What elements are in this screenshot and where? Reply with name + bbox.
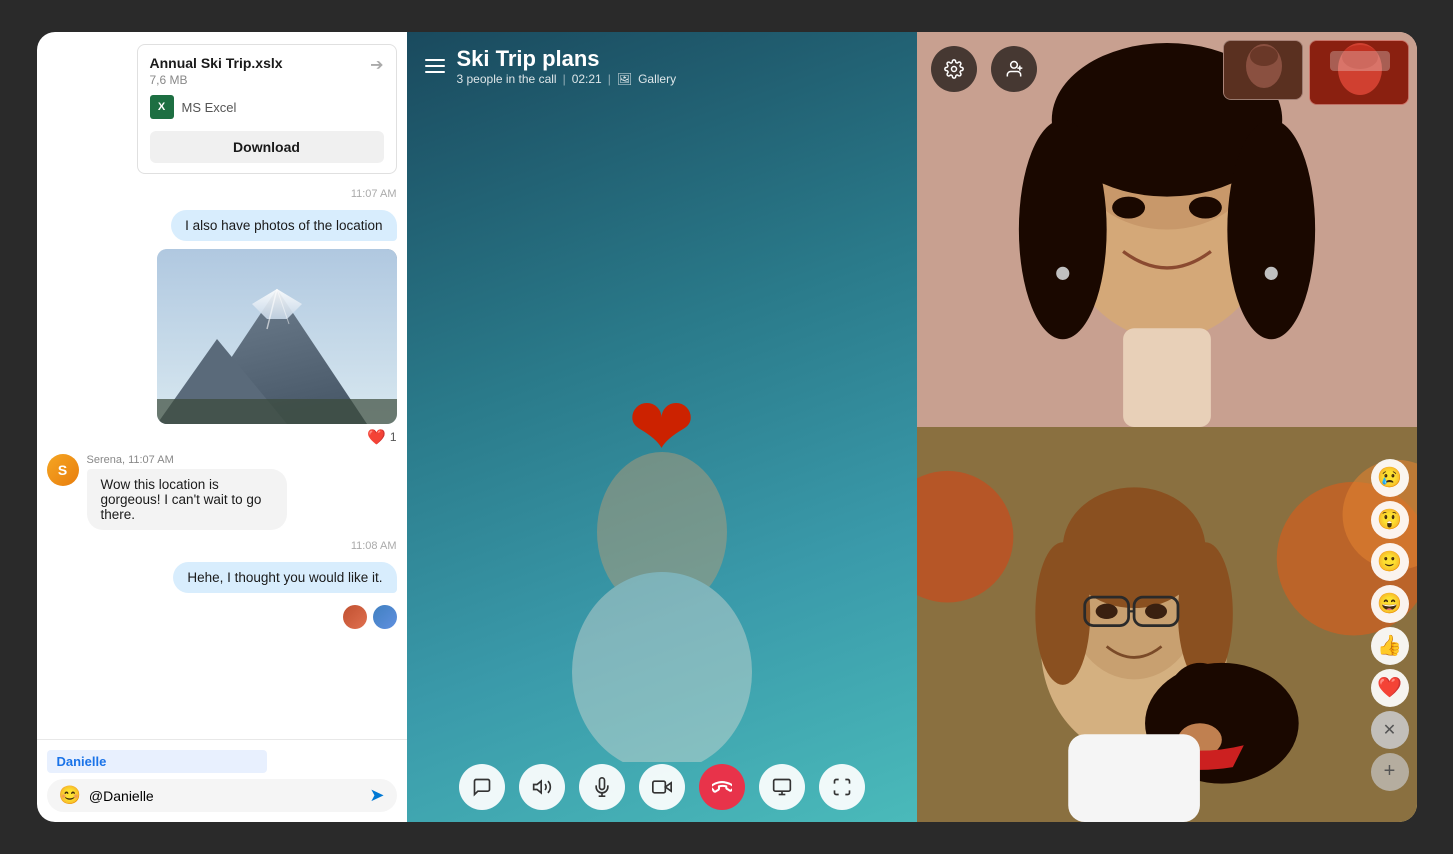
file-size: 7,6 MB xyxy=(150,73,283,87)
file-name: Annual Ski Trip.xslx xyxy=(150,55,283,71)
emoji-sad-button[interactable]: 😢 xyxy=(1371,459,1409,497)
file-card: Annual Ski Trip.xslx 7,6 MB ➔ X MS Excel… xyxy=(137,44,397,174)
call-controls xyxy=(407,752,917,822)
avatar-2 xyxy=(373,605,397,629)
emoji-smile-button[interactable]: 🙂 xyxy=(1371,543,1409,581)
sent-bubble-2: Hehe, I thought you would like it. xyxy=(173,562,396,593)
gallery-icon: 🖼 xyxy=(617,72,632,86)
screen-share-button[interactable] xyxy=(759,764,805,810)
message-input[interactable] xyxy=(89,788,361,804)
video-top-panel xyxy=(917,32,1417,427)
reaction-row[interactable]: ❤️ 1 xyxy=(367,428,396,446)
input-row: 😊 ➤ xyxy=(47,779,397,812)
volume-button[interactable] xyxy=(519,764,565,810)
emoji-button[interactable]: 😊 xyxy=(59,785,81,806)
main-video-person xyxy=(407,32,917,762)
serena-avatar: S xyxy=(47,454,79,486)
thumbnail-overlay-row xyxy=(1223,40,1409,105)
emoji-heart-button[interactable]: ❤️ xyxy=(1371,669,1409,707)
forward-icon[interactable]: ➔ xyxy=(370,55,383,75)
mountain-image[interactable] xyxy=(157,249,397,424)
hangup-button[interactable] xyxy=(699,764,745,810)
video-bottom-panel: 😢 😲 🙂 😄 👍 ❤️ ✕ + xyxy=(917,427,1417,822)
received-bubble-1: Wow this location is gorgeous! I can't w… xyxy=(87,469,287,530)
call-subtitle: 3 people in the call | 02:21 | 🖼 Gallery xyxy=(457,72,677,86)
call-top-buttons xyxy=(931,46,1037,92)
chat-sidebar: Annual Ski Trip.xslx 7,6 MB ➔ X MS Excel… xyxy=(37,32,407,822)
mute-button[interactable] xyxy=(579,764,625,810)
excel-icon: X xyxy=(150,95,174,119)
reaction-count: 1 xyxy=(390,430,397,444)
video-panels: 😢 😲 🙂 😄 👍 ❤️ ✕ + xyxy=(917,32,1417,822)
emoji-add-button[interactable]: + xyxy=(1371,753,1409,791)
chat-toggle-button[interactable] xyxy=(459,764,505,810)
chat-messages: Annual Ski Trip.xslx 7,6 MB ➔ X MS Excel… xyxy=(37,32,407,739)
emoji-dismiss-button[interactable]: ✕ xyxy=(1371,711,1409,749)
received-message-row: S Serena, 11:07 AM Wow this location is … xyxy=(47,454,397,530)
add-person-button[interactable] xyxy=(991,46,1037,92)
emoji-sidebar: 😢 😲 🙂 😄 👍 ❤️ ✕ + xyxy=(1371,459,1409,791)
mention-tag[interactable]: Danielle xyxy=(47,750,267,773)
msg4-timestamp: 11:08 AM xyxy=(47,540,397,552)
call-title: Ski Trip plans xyxy=(457,46,677,72)
thumbnail-1 xyxy=(1223,40,1303,100)
sent-bubble-1: I also have photos of the location xyxy=(171,210,396,241)
fullscreen-button[interactable] xyxy=(819,764,865,810)
file-type-label: MS Excel xyxy=(182,100,237,115)
settings-button[interactable] xyxy=(931,46,977,92)
menu-icon[interactable] xyxy=(425,59,445,73)
video-button[interactable] xyxy=(639,764,685,810)
call-header: Ski Trip plans 3 people in the call | 02… xyxy=(407,32,917,100)
chat-input-area: Danielle 😊 ➤ xyxy=(37,739,407,822)
emoji-surprised-button[interactable]: 😲 xyxy=(1371,501,1409,539)
sender-info: Serena, 11:07 AM xyxy=(87,454,287,466)
emoji-thumbsup-button[interactable]: 👍 xyxy=(1371,627,1409,665)
send-button[interactable]: ➤ xyxy=(369,785,384,806)
avatar-1 xyxy=(343,605,367,629)
msg1-timestamp: 11:07 AM xyxy=(47,188,397,200)
thumbnail-2 xyxy=(1309,40,1409,105)
download-button[interactable]: Download xyxy=(150,131,384,163)
heart-reaction: ❤️ xyxy=(367,428,386,446)
call-area: Ski Trip plans 3 people in the call | 02… xyxy=(407,32,917,822)
emoji-laugh-button[interactable]: 😄 xyxy=(1371,585,1409,623)
